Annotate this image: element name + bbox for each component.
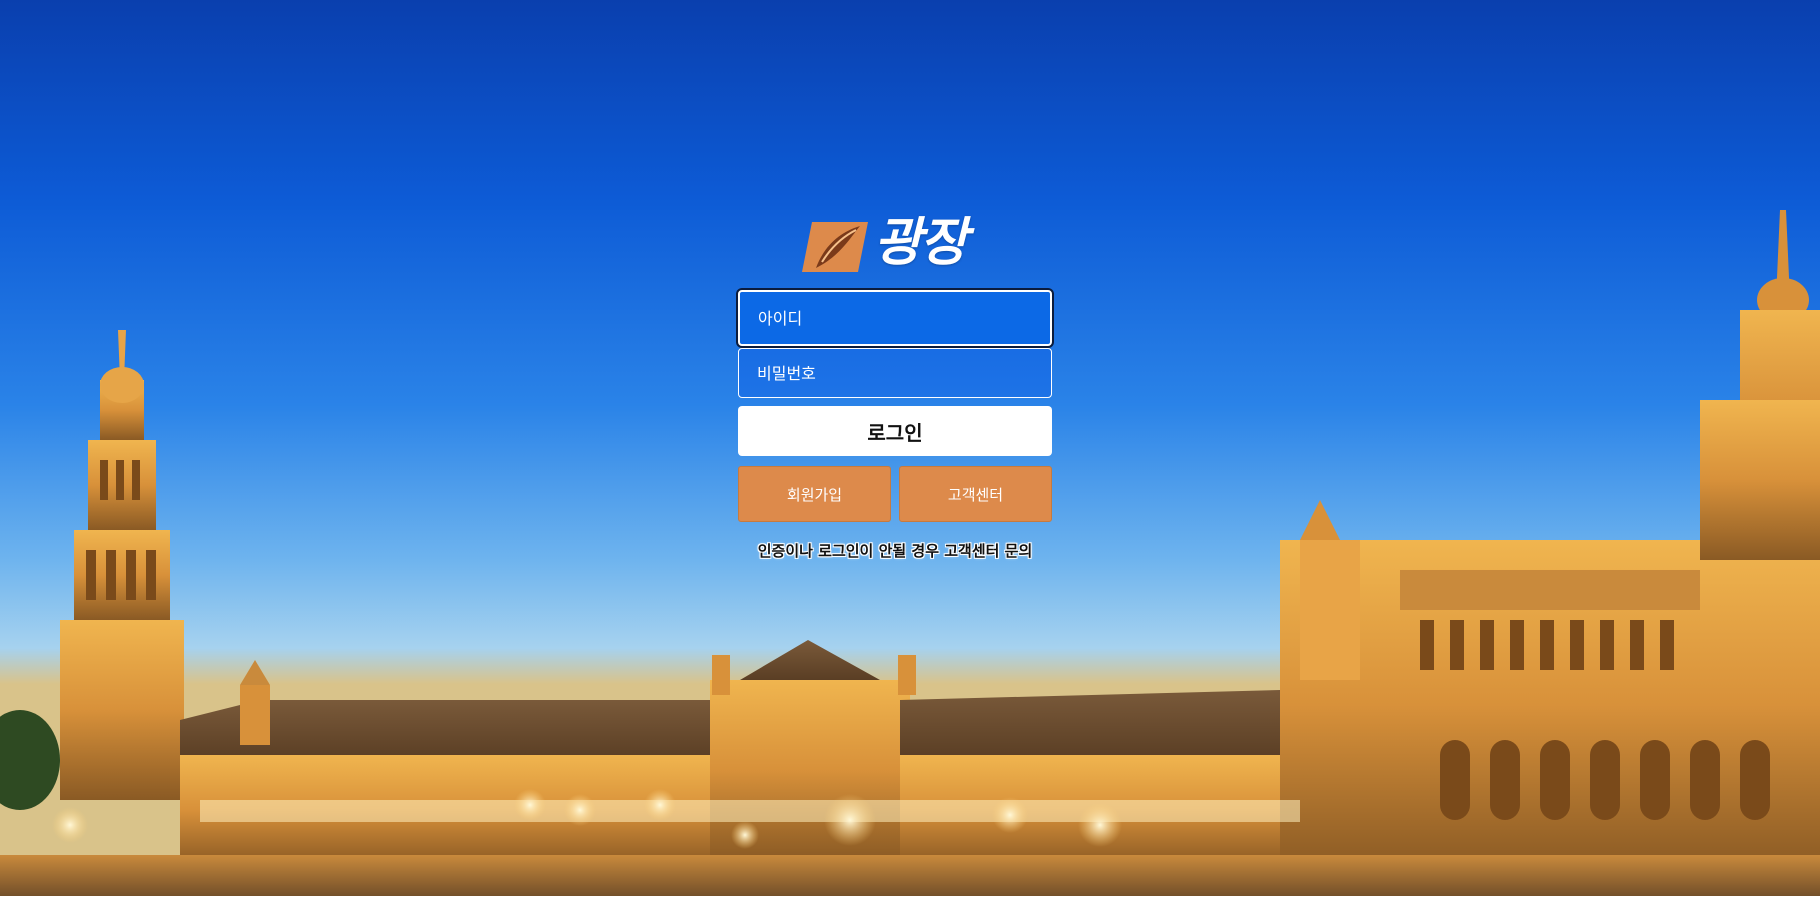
left-tower (60, 330, 184, 800)
right-palace (1280, 210, 1820, 870)
leaf-logo-icon (802, 222, 868, 272)
login-button[interactable]: 로그인 (738, 406, 1052, 456)
brand-logo: 광장 (802, 212, 992, 274)
brand-name: 광장 (874, 212, 968, 273)
bottom-strip (0, 896, 1820, 900)
password-input[interactable] (738, 348, 1052, 398)
support-center-button[interactable]: 고객센터 (899, 466, 1052, 522)
id-input[interactable] (738, 290, 1052, 346)
left-wing (180, 660, 720, 865)
signup-button[interactable]: 회원가입 (738, 466, 891, 522)
login-help-notice: 인증이나 로그인이 안될 경우 고객센터 문의 (757, 542, 1033, 560)
arcade-lights (200, 800, 1300, 822)
